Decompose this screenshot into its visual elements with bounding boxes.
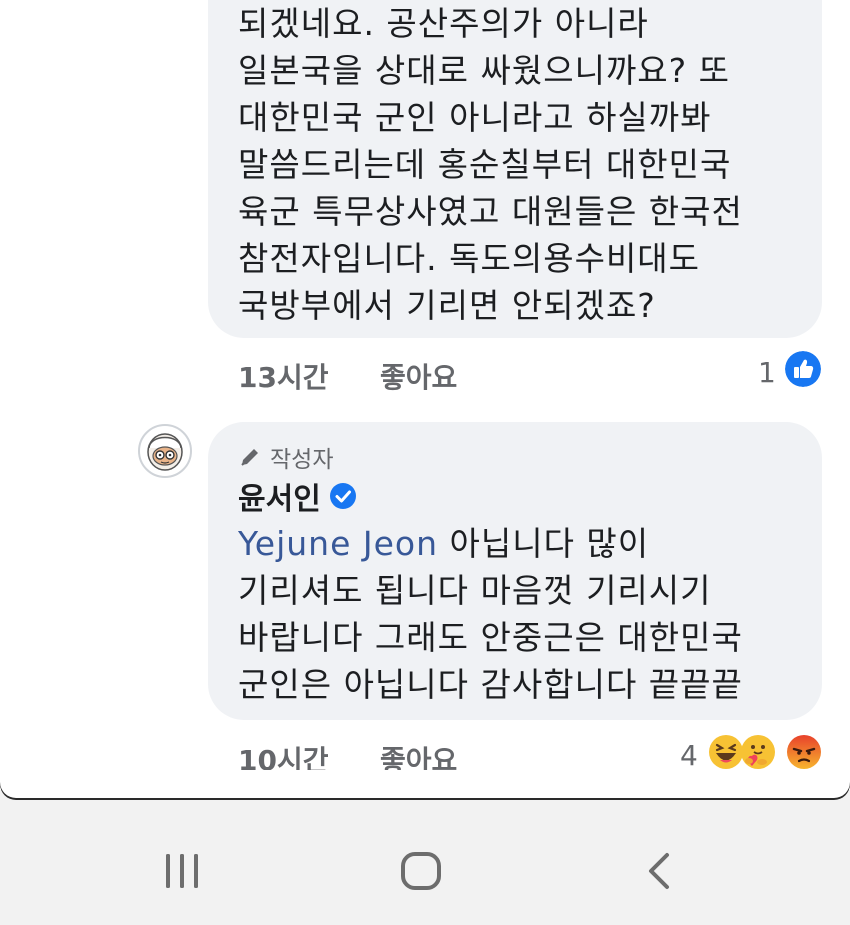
angry-icon[interactable] — [786, 734, 822, 770]
comment-text: Yejune Jeon 아닙니다 많이 기리셔도 됩니다 마음껏 기리시기 바랍… — [238, 520, 792, 708]
author-name[interactable]: 윤서인 — [238, 474, 321, 518]
reaction-count[interactable]: 4 — [680, 739, 698, 772]
comment-text: 되겠네요. 공산주의가 아니라 일본국을 상대로 싸웠으니까요? 또 대한민국 … — [238, 4, 743, 325]
comment-author: 윤서인 — [238, 474, 792, 518]
system-navigation-bar — [0, 812, 850, 925]
comment-bubble: 되겠네요. 공산주의가 아니라 일본국을 상대로 싸웠으니까요? 또 대한민국 … — [208, 0, 822, 338]
comment-card-bottom — [0, 770, 850, 798]
care-icon[interactable] — [740, 734, 776, 770]
comment-timestamp[interactable]: 13시간 — [238, 356, 329, 396]
mention-link[interactable]: Yejune Jeon — [238, 524, 438, 563]
pencil-icon — [241, 449, 258, 466]
reaction-count[interactable]: 1 — [758, 356, 776, 389]
avatar-illustration-icon — [147, 433, 183, 471]
home-icon[interactable] — [400, 852, 442, 892]
like-icon[interactable] — [785, 351, 821, 387]
author-badge: 작성자 — [238, 440, 792, 474]
like-button[interactable]: 좋아요 — [380, 356, 457, 396]
back-icon[interactable] — [645, 852, 673, 892]
recent-apps-icon[interactable] — [163, 852, 201, 892]
haha-icon[interactable] — [708, 734, 744, 770]
author-badge-label: 작성자 — [270, 447, 334, 473]
comment-bubble: 작성자 윤서인 Yejune Jeon 아닙니다 많이 기리셔도 됩니다 마음껏… — [208, 422, 822, 720]
verified-badge-icon — [329, 483, 356, 509]
avatar[interactable] — [138, 424, 192, 478]
